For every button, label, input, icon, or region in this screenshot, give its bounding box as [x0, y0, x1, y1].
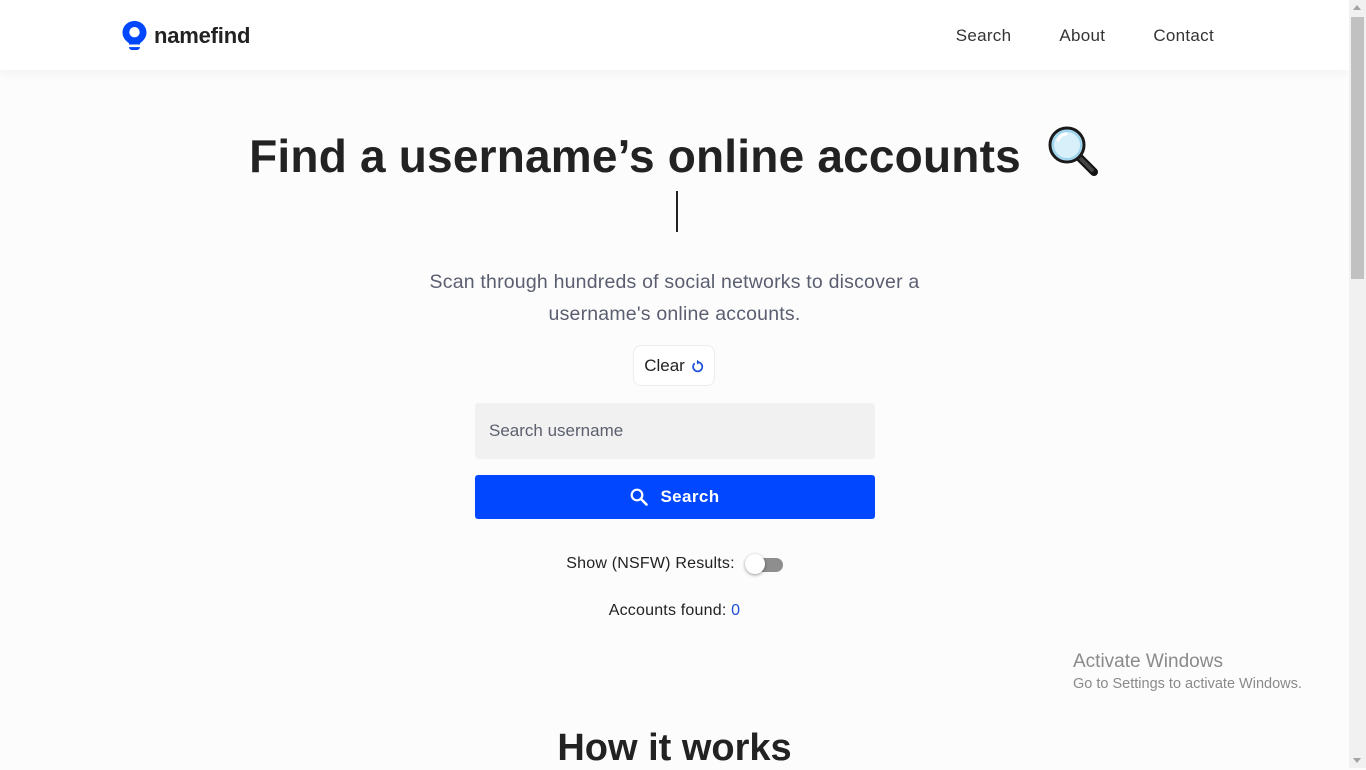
page-scrollbar[interactable]: [1349, 0, 1366, 768]
nsfw-toggle-row: Show (NSFW) Results:: [0, 553, 1349, 575]
accounts-found: Accounts found: 0: [0, 602, 1349, 620]
scroll-up-arrow-icon[interactable]: [1353, 5, 1361, 10]
nav-links: Search About Contact: [956, 26, 1214, 46]
nav-contact-link[interactable]: Contact: [1153, 26, 1214, 46]
nsfw-toggle[interactable]: [744, 553, 783, 575]
magnifying-glass-icon: [1046, 124, 1100, 189]
location-pin-icon: [122, 21, 147, 50]
hero-title: Find a username’s online accounts: [0, 124, 1349, 189]
nav-search-link[interactable]: Search: [956, 26, 1012, 46]
hero-title-text: Find a username’s online accounts: [249, 130, 1021, 182]
watermark-line-1: Activate Windows: [1073, 651, 1223, 672]
brand-name: namefind: [154, 22, 251, 48]
windows-activation-watermark: Activate Windows Go to Settings to activ…: [1073, 651, 1302, 692]
clear-button[interactable]: Clear: [633, 345, 715, 386]
nav-about-link[interactable]: About: [1059, 26, 1105, 46]
accounts-found-count: 0: [731, 602, 741, 619]
refresh-icon: [692, 359, 703, 372]
clear-button-label: Clear: [644, 355, 685, 375]
top-navbar: namefind Search About Contact: [0, 0, 1349, 70]
search-icon: [631, 488, 649, 506]
nsfw-toggle-knob: [744, 554, 765, 574]
search-button-label: Search: [660, 487, 720, 506]
username-search-input[interactable]: [475, 403, 875, 459]
accounts-found-label: Accounts found:: [608, 602, 727, 619]
typing-caret: [676, 191, 678, 232]
search-button[interactable]: Search: [475, 475, 875, 519]
scroll-down-arrow-icon[interactable]: [1353, 758, 1361, 763]
nsfw-label: Show (NSFW) Results:: [566, 555, 735, 572]
hero-subtitle: Scan through hundreds of social networks…: [429, 271, 920, 325]
watermark-line-2: Go to Settings to activate Windows.: [1073, 676, 1302, 692]
scrollbar-thumb[interactable]: [1351, 17, 1364, 279]
how-it-works-heading: How it works: [557, 727, 792, 769]
brand-logo[interactable]: namefind: [121, 20, 250, 51]
